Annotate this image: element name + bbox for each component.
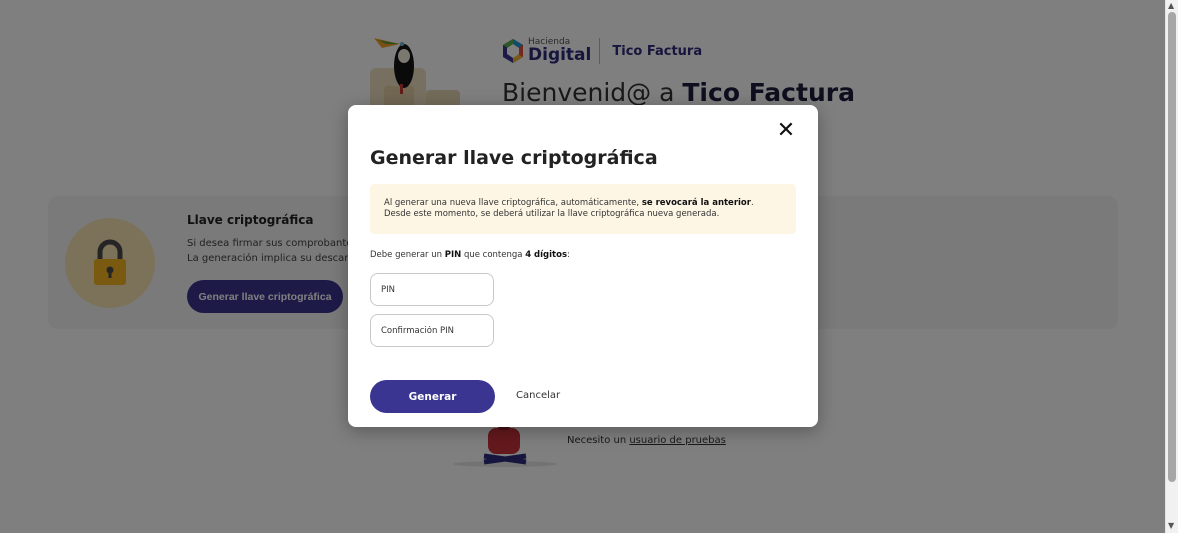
pin-instruction: Debe generar un PIN que contenga 4 dígit…: [370, 250, 570, 260]
generate-key-dialog: ✕ Generar llave criptográfica Al generar…: [348, 105, 818, 427]
cancel-button[interactable]: Cancelar: [516, 390, 560, 401]
scroll-down-icon[interactable]: ▼: [1168, 521, 1174, 531]
notice-text-1: Al generar una nueva llave criptográfica…: [384, 198, 642, 208]
pin-input[interactable]: [370, 273, 494, 306]
pin-confirm-input[interactable]: [370, 314, 494, 347]
generate-button[interactable]: Generar: [370, 380, 495, 413]
instr-text-3: :: [567, 250, 570, 260]
notice-text-2: .: [750, 198, 754, 208]
notice-line-2: Desde este momento, se deberá utilizar l…: [384, 209, 720, 219]
scrollbar-thumb[interactable]: [1168, 12, 1176, 482]
dialog-title: Generar llave criptográfica: [370, 147, 658, 169]
revocation-notice: Al generar una nueva llave criptográfica…: [370, 184, 796, 234]
instr-bold-pin: PIN: [444, 250, 462, 260]
notice-line-1: Al generar una nueva llave criptográfica…: [384, 198, 782, 209]
instr-text-2: que contenga: [461, 250, 526, 260]
instr-bold-digits: 4 dígitos: [525, 250, 568, 260]
notice-bold: se revocará la anterior: [641, 198, 751, 208]
instr-text-1: Debe generar un: [370, 250, 445, 260]
scroll-up-icon[interactable]: ▲: [1168, 1, 1174, 11]
close-icon[interactable]: ✕: [776, 120, 796, 142]
vertical-scrollbar[interactable]: ▲ ▼: [1165, 0, 1178, 533]
